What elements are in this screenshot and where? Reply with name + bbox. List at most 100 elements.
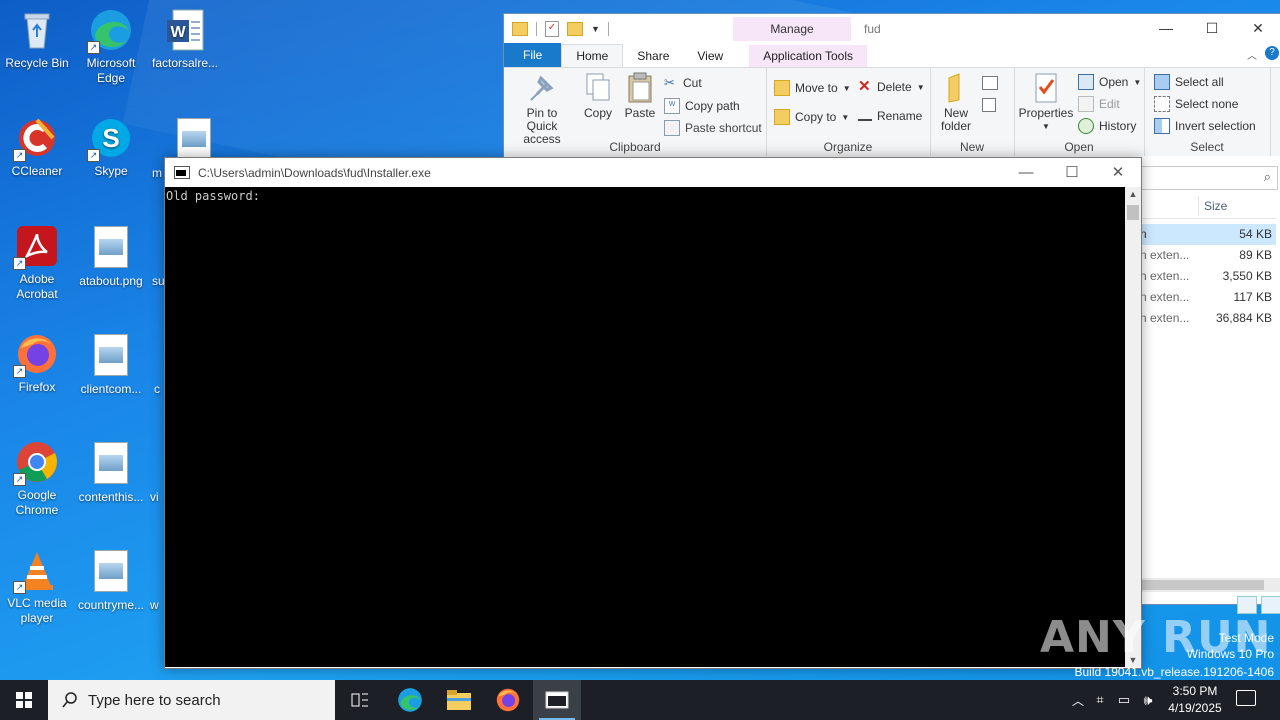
desktop-icon-microsoft-edge[interactable]: ↗ Microsoft Edge [74, 8, 148, 86]
file-explorer-taskbar-icon[interactable] [435, 680, 483, 720]
cut-ribbon-button[interactable]: ✂ Cut [664, 76, 702, 91]
new-folder-icon[interactable] [567, 21, 583, 36]
tab-file[interactable]: File [504, 43, 562, 67]
invert-selection-icon [1154, 118, 1170, 134]
easy-access-icon[interactable] [982, 98, 996, 112]
copy-button[interactable]: Copy [578, 72, 618, 120]
shortcut-arrow-icon: ↗ [87, 41, 100, 54]
start-button[interactable] [0, 680, 48, 720]
manage-contextual-tab[interactable]: Manage [733, 17, 851, 41]
show-hidden-icons-chevron-icon[interactable]: ︿ [1068, 692, 1088, 709]
scroll-thumb[interactable] [1140, 580, 1264, 590]
new-folder-label: New folder [940, 106, 972, 133]
file-row[interactable]: n 54 KB [1140, 224, 1276, 245]
desktop-icon-adobe-acrobat[interactable]: ↗ Adobe Acrobat [0, 224, 74, 302]
paste-shortcut-button[interactable]: Paste shortcut [664, 120, 762, 136]
copy-label: Copy [583, 106, 612, 120]
column-header-size[interactable]: Size [1140, 194, 1276, 219]
open-button[interactable]: Open ▼ [1078, 74, 1141, 90]
select-all-button[interactable]: Select all [1154, 74, 1224, 90]
desktop-icon-w[interactable]: w [150, 598, 164, 613]
folder-icon[interactable] [512, 21, 528, 36]
desktop-icon-vlc[interactable]: ↗ VLC media player [0, 548, 74, 626]
desktop-icon-countryme[interactable]: countryme... [74, 548, 148, 613]
rename-icon [858, 111, 872, 121]
edge-taskbar-icon[interactable] [386, 680, 434, 720]
rename-button[interactable]: Rename [858, 109, 922, 123]
volume-icon[interactable]: 🕪 [1136, 692, 1160, 709]
properties-button[interactable]: Properties ▼ [1018, 72, 1074, 133]
file-row[interactable]: n exten... 36,884 KB [1140, 308, 1276, 329]
desktop-icon-factorsalre[interactable]: W factorsalre... [148, 8, 222, 71]
scroll-thumb[interactable] [1127, 205, 1139, 220]
horizontal-scrollbar[interactable] [1140, 578, 1280, 592]
desktop-icon-label: vi [150, 490, 159, 504]
new-folder-button[interactable]: New folder [936, 72, 976, 133]
tab-share[interactable]: Share [623, 45, 683, 67]
chrome-icon: ↗ [13, 440, 59, 486]
desktop-icon-contenthis[interactable]: contenthis... [74, 440, 148, 505]
maximize-icon[interactable]: ☐ [1049, 158, 1095, 187]
collapse-ribbon-icon[interactable]: ︿ [1247, 47, 1257, 62]
delete-button[interactable]: ✕ Delete ▼ [858, 79, 925, 94]
notifications-icon[interactable] [1236, 690, 1256, 706]
console-output[interactable]: Old password: [165, 187, 1125, 667]
firefox-taskbar-icon[interactable] [484, 680, 532, 720]
desktop-icon-clientcom[interactable]: clientcom... [74, 332, 148, 397]
desktop-icon-google-chrome[interactable]: ↗ Google Chrome [0, 440, 74, 518]
chevron-down-icon[interactable]: ▼ [591, 24, 600, 34]
copy-path-icon: W [664, 98, 680, 114]
close-icon[interactable]: ✕ [1235, 14, 1280, 43]
select-group: Select all Select none Invert selection … [1144, 68, 1271, 156]
task-view-icon[interactable] [336, 680, 384, 720]
ethernet-icon[interactable]: ▭ [1112, 692, 1136, 708]
tab-home[interactable]: Home [561, 44, 624, 67]
paste-button[interactable]: Paste [620, 72, 660, 120]
edit-button[interactable]: Edit [1078, 96, 1120, 112]
console-title-bar[interactable]: C:\Users\admin\Downloads\fud\Installer.e… [165, 158, 1141, 187]
desktop-icon-firefox[interactable]: ↗ Firefox [0, 332, 74, 395]
desktop-icon-c[interactable]: c [154, 382, 164, 397]
desktop-icon-atabout[interactable]: atabout.png [74, 224, 148, 289]
help-icon[interactable]: ? [1265, 46, 1279, 60]
desktop-icon-label: Firefox [18, 380, 56, 394]
tab-view[interactable]: View [683, 45, 737, 67]
taskbar: Type here to search ︿ ⌗ ▭ 🕪 3:50 PM 4/19… [0, 680, 1280, 720]
paste-shortcut-label: Paste shortcut [685, 121, 762, 135]
select-none-button[interactable]: Select none [1154, 96, 1238, 112]
file-row[interactable]: n exten... 89 KB [1140, 245, 1276, 266]
history-button[interactable]: History [1078, 118, 1136, 134]
taskbar-search-box[interactable]: Type here to search [48, 680, 335, 720]
file-row[interactable]: n exten... 117 KB [1140, 287, 1276, 308]
close-icon[interactable]: ✕ [1095, 158, 1141, 187]
explorer-title-bar[interactable]: ✓ ▼ Manage fud — ☐ ✕ [504, 14, 1280, 43]
desktop-icon-ccleaner[interactable]: ↗ CCleaner [0, 116, 74, 179]
taskbar-clock[interactable]: 3:50 PM 4/19/2025 [1160, 683, 1230, 717]
console-taskbar-icon[interactable] [533, 680, 581, 720]
minimize-icon[interactable]: — [1143, 14, 1189, 43]
pin-to-quick-access-button[interactable]: Pin to Quick access [510, 72, 574, 146]
maximize-icon[interactable]: ☐ [1189, 14, 1235, 43]
desktop-icon-recycle-bin[interactable]: Recycle Bin [0, 8, 74, 71]
network-icon[interactable]: ⌗ [1088, 692, 1112, 708]
copy-path-button[interactable]: W Copy path [664, 98, 740, 114]
properties-check-icon[interactable]: ✓ [545, 20, 559, 37]
new-item-icon[interactable] [982, 76, 998, 90]
desktop-icon-skype[interactable]: S ↗ Skype [74, 116, 148, 179]
console-window: C:\Users\admin\Downloads\fud\Installer.e… [164, 157, 1142, 669]
file-row[interactable]: n exten... 3,550 KB [1140, 266, 1276, 287]
paste-clipboard-icon [625, 72, 655, 104]
search-input[interactable]: ⌕ [1140, 166, 1278, 190]
move-to-icon [774, 80, 790, 96]
scroll-up-icon[interactable]: ▲ [1125, 189, 1141, 199]
minimize-icon[interactable]: — [1003, 158, 1049, 187]
column-divider [1198, 196, 1199, 216]
tab-application-tools[interactable]: Application Tools [749, 45, 868, 67]
desktop-icon-vi[interactable]: vi [150, 490, 164, 505]
vertical-scrollbar[interactable]: ▲ ▼ [1125, 187, 1141, 667]
copy-to-button[interactable]: Copy to ▼ [774, 109, 849, 125]
invert-selection-button[interactable]: Invert selection [1154, 118, 1256, 134]
image-file-icon [94, 226, 128, 268]
move-to-button[interactable]: Move to ▼ [774, 80, 851, 96]
search-placeholder: Type here to search [88, 691, 221, 709]
